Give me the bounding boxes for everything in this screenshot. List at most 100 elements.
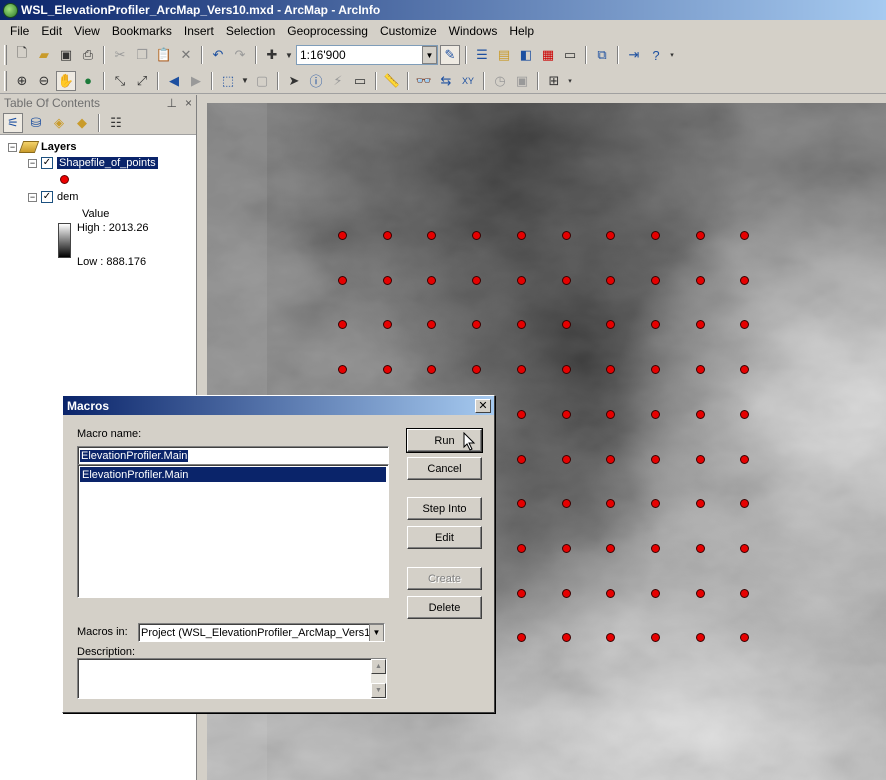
copy-icon[interactable]: ❐ [132,45,152,65]
create-viewer-window-icon[interactable]: ▣ [512,71,532,91]
sample-point[interactable] [562,455,571,464]
layer-name[interactable]: dem [57,191,78,203]
sample-point[interactable] [740,365,749,374]
sample-point[interactable] [517,499,526,508]
select-features-icon[interactable]: ⬚ [218,71,238,91]
pin-icon[interactable]: ⊥ [167,96,177,110]
sample-point[interactable] [606,365,615,374]
identify-icon[interactable]: ⓘ [306,71,326,91]
sample-point[interactable] [562,410,571,419]
menu-help[interactable]: Help [503,24,540,38]
print-icon[interactable]: ⎙ [78,45,98,65]
sample-point[interactable] [651,589,660,598]
sample-point[interactable] [740,276,749,285]
list-by-source-icon[interactable]: ⛁ [26,113,46,133]
step-into-button[interactable]: Step Into [407,497,482,520]
sample-point[interactable] [740,499,749,508]
toolbar-options-icon[interactable]: ▾ [668,45,676,65]
list-by-selection-icon[interactable]: ◆ [72,113,92,133]
clear-selection-icon[interactable]: ▢ [252,71,272,91]
sample-point[interactable] [562,544,571,553]
sample-point[interactable] [383,276,392,285]
sample-point[interactable] [696,276,705,285]
sample-point[interactable] [651,499,660,508]
find-binoculars-icon[interactable]: 👓 [414,71,434,91]
sample-point[interactable] [740,231,749,240]
layer-row-dem[interactable]: − ✓ dem [28,191,78,203]
sample-point[interactable] [472,320,481,329]
sample-point[interactable] [338,231,347,240]
menu-windows[interactable]: Windows [443,24,504,38]
menu-edit[interactable]: Edit [35,24,68,38]
sample-point[interactable] [427,320,436,329]
macros-in-select[interactable]: Project (WSL_ElevationProfiler_ArcMap_Ve… [138,623,385,642]
whats-this-icon[interactable]: ⇥ [624,45,644,65]
sample-point[interactable] [606,544,615,553]
close-icon[interactable]: × [185,96,192,110]
sample-point[interactable] [338,320,347,329]
sample-point[interactable] [427,365,436,374]
sample-point[interactable] [740,633,749,642]
add-data-icon[interactable]: ✚ [262,45,282,65]
scroll-up-icon[interactable]: ▲ [371,659,386,674]
sample-point[interactable] [606,455,615,464]
sample-point[interactable] [562,276,571,285]
table-of-contents-icon[interactable]: ☰ [472,45,492,65]
help-cursor-icon[interactable]: ? [646,45,666,65]
toolbar-grip[interactable] [4,45,7,65]
sample-point[interactable] [517,589,526,598]
sample-point[interactable] [562,365,571,374]
forward-arrow-icon[interactable]: ▶ [186,71,206,91]
sample-point[interactable] [740,320,749,329]
create-button[interactable]: Create [407,567,482,590]
delete-button[interactable]: Delete [407,596,482,619]
collapse-icon[interactable]: − [8,142,17,152]
sample-point[interactable] [472,231,481,240]
sample-point[interactable] [651,276,660,285]
layers-group-row[interactable]: − Layers [8,141,76,153]
sample-point[interactable] [651,320,660,329]
paste-icon[interactable]: 📋 [154,45,174,65]
sample-point[interactable] [427,276,436,285]
menu-insert[interactable]: Insert [178,24,220,38]
sample-point[interactable] [606,499,615,508]
collapse-icon[interactable]: − [28,192,37,202]
menu-file[interactable]: File [4,24,35,38]
sample-point[interactable] [651,365,660,374]
sample-point[interactable] [606,231,615,240]
list-by-visibility-icon[interactable]: ◈ [49,113,69,133]
layer-name[interactable]: Shapefile_of_points [57,157,158,169]
go-to-xy-icon[interactable]: XY [458,71,478,91]
select-elements-arrow-icon[interactable]: ➤ [284,71,304,91]
map-scale-combobox[interactable]: 1:16'900 ▼ [296,45,438,65]
sample-point[interactable] [338,365,347,374]
sample-point[interactable] [562,633,571,642]
sample-point[interactable] [696,231,705,240]
find-route-icon[interactable]: ⇆ [436,71,456,91]
sample-point[interactable] [517,365,526,374]
sample-point[interactable] [740,589,749,598]
hyperlink-lightning-icon[interactable]: ⚡ [328,71,348,91]
sample-point[interactable] [517,231,526,240]
full-extent-globe-icon[interactable]: ● [78,71,98,91]
catalog-window-icon[interactable]: ▤ [494,45,514,65]
layer-visibility-checkbox[interactable]: ✓ [41,191,53,203]
save-icon[interactable]: ▣ [56,45,76,65]
pan-hand-icon[interactable]: ✋ [56,70,76,91]
macro-list[interactable]: ElevationProfiler.Main [77,464,389,598]
menu-bookmarks[interactable]: Bookmarks [106,24,178,38]
menu-view[interactable]: View [68,24,106,38]
fixed-zoom-out-icon[interactable]: ⤢ [132,71,152,91]
fixed-zoom-in-icon[interactable]: ⤡ [110,71,130,91]
chevron-down-icon[interactable]: ▼ [240,71,250,91]
sample-point[interactable] [338,276,347,285]
modelbuilder-icon[interactable]: ⧉ [592,45,612,65]
sample-point[interactable] [383,365,392,374]
cancel-button[interactable]: Cancel [407,457,482,480]
sample-point[interactable] [740,410,749,419]
new-document-icon[interactable]: 🗋 [12,45,32,65]
cut-icon[interactable]: ✂ [110,45,130,65]
window-title-bar[interactable]: WSL_ElevationProfiler_ArcMap_Vers10.mxd … [0,0,886,20]
search-window-icon[interactable]: ◧ [516,45,536,65]
sample-point[interactable] [696,544,705,553]
